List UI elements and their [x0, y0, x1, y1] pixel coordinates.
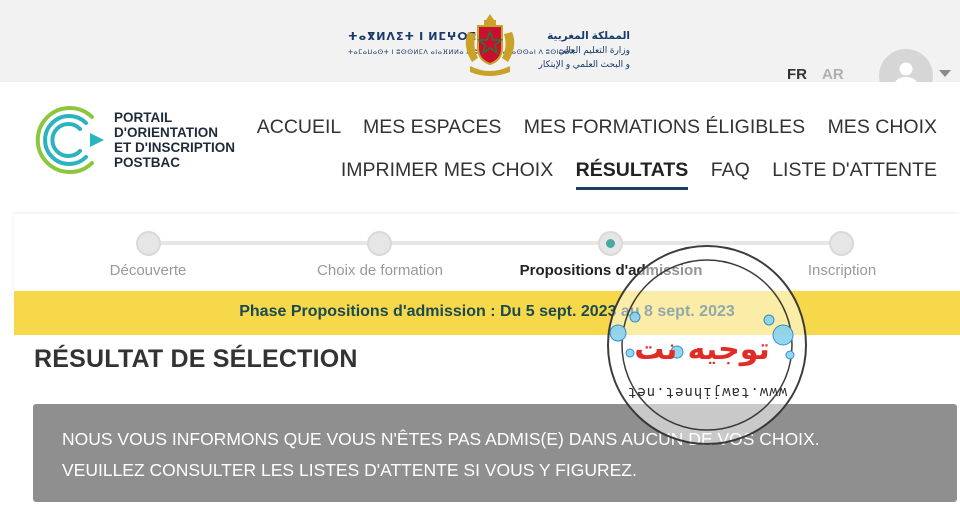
moroccan-coat-of-arms-icon [465, 14, 515, 76]
nav-faq[interactable]: FAQ [711, 159, 750, 181]
result-alert: NOUS VOUS INFORMONS QUE VOUS N'ÊTES PAS … [33, 404, 957, 502]
phase-banner-text: Phase Propositions d'admission : Du 5 se… [239, 303, 735, 320]
nav-mes-formations-eligibles[interactable]: MES FORMATIONS ÉLIGIBLES [524, 116, 805, 138]
ministry-tifinagh-title: ⵜⴰⴳⵍⴷⵉⵜ ⵏ ⵍⵎⵖⵔⵉⴱ [348, 31, 489, 43]
portal-logo-icon [35, 106, 104, 174]
page-title: RÉSULTAT DE SÉLECTION [34, 345, 358, 373]
language-ar-link[interactable]: AR [822, 66, 844, 83]
chevron-down-icon[interactable] [939, 70, 951, 77]
step-dot-choix-de-formation [367, 231, 392, 256]
watermark-url: www.tawjihnet.net [627, 384, 787, 400]
step-label-decouverte: Découverte [109, 262, 187, 279]
ministry-tifinagh-subtitle: ⵜⴰⵎⴰⵡⴰⵙⵜ ⵏ ⵓⵙⵙⵍⵎⴷ ⴰⵏⴰⴼⵍⵍⴰ ⴷ ⵓⵔⵣⵣⵓ ⴰⵎⴰⵙⵙⴰ… [348, 49, 575, 56]
main-nav-row-1: ACCUEIL MES ESPACES MES FORMATIONS ÉLIGI… [240, 116, 937, 139]
portal-name: PORTAIL D'ORIENTATION ET D'INSCRIPTION P… [114, 110, 235, 170]
progress-stepper [14, 214, 960, 294]
nav-accueil[interactable]: ACCUEIL [257, 116, 341, 138]
nav-imprimer-mes-choix[interactable]: IMPRIMER MES CHOIX [341, 159, 553, 181]
step-dot-decouverte [136, 231, 161, 256]
nav-mes-espaces[interactable]: MES ESPACES [363, 116, 501, 138]
watermark-stamp-icon: توجيه نت www.tawjihnet.net [607, 245, 807, 445]
ministry-header: ⵜⴰⴳⵍⴷⵉⵜ ⵏ ⵍⵎⵖⵔⵉⴱ ⵜⴰⵎⴰⵡⴰⵙⵜ ⵏ ⵓⵙⵙⵍⵎⴷ ⴰⵏⴰⴼⵍ… [340, 12, 640, 76]
result-alert-line-2: VEUILLEZ CONSULTER LES LISTES D'ATTENTE … [62, 460, 637, 480]
ministry-arabic-line2: وزارة التعليم العالي [558, 45, 630, 55]
ministry-tifinagh: ⵜⴰⴳⵍⴷⵉⵜ ⵏ ⵍⵎⵖⵔⵉⴱ ⵜⴰⵎⴰⵡⴰⵙⵜ ⵏ ⵓⵙⵙⵍⵎⴷ ⴰⵏⴰⴼⵍ… [348, 30, 575, 56]
ministry-arabic-title: المملكة المغربية [547, 30, 630, 42]
step-label-choix-de-formation: Choix de formation [317, 262, 443, 279]
step-dot-inscription [829, 231, 854, 256]
nav-resultats[interactable]: RÉSULTATS [576, 159, 689, 181]
main-nav-row-2: IMPRIMER MES CHOIX RÉSULTATS FAQ LISTE D… [324, 159, 937, 182]
ministry-arabic-line3: و البحث العلمي و الإبتكار [538, 59, 630, 69]
nav-liste-d-attente[interactable]: LISTE D'ATTENTE [772, 159, 937, 181]
language-fr-link[interactable]: FR [787, 66, 807, 83]
ministry-arabic: المملكة المغربية وزارة التعليم العالي و … [520, 30, 630, 70]
watermark-arabic: توجيه نت [634, 332, 770, 367]
nav-mes-choix[interactable]: MES CHOIX [828, 116, 937, 138]
